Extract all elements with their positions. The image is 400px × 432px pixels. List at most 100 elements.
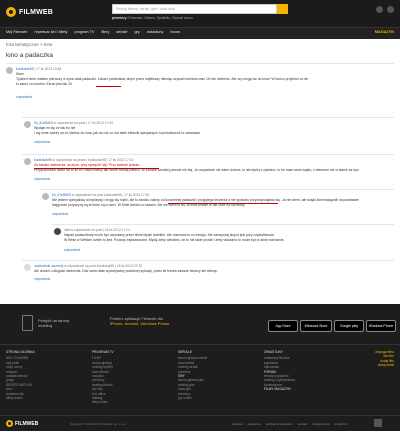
- divider: [52, 224, 394, 225]
- post-meta: uzytkownik usuniety w odpowiedzi na post…: [34, 264, 142, 268]
- nav-games[interactable]: gry: [134, 30, 139, 34]
- footer-link[interactable]: FILMY MAGAZYN: [264, 387, 295, 391]
- footer-link[interactable]: dodaj serial: [352, 363, 394, 367]
- footer-link[interactable]: bilety online: [6, 396, 35, 400]
- post-line: I wg mnie zależy na co idziesz do kina, …: [34, 131, 202, 135]
- footer-link[interactable]: kontakt: [298, 422, 308, 426]
- apps-text: Pobierz aplikacje Filmweb dla iPhone, And…: [110, 316, 169, 326]
- footer-column: PROGRAM TV FILMY strona główna ranking t…: [92, 350, 114, 405]
- windows-phone-badge[interactable]: Windows Phone: [366, 320, 396, 332]
- nav-my-filmweb[interactable]: Mój Filmweb: [6, 30, 27, 34]
- reply-link[interactable]: odpowiedz: [34, 277, 50, 281]
- avatar[interactable]: [42, 193, 49, 200]
- footer-logo[interactable]: FILMWEB: [6, 420, 38, 427]
- nav-trailers[interactable]: zwiastuny: [147, 30, 164, 34]
- nav-forum[interactable]: forum: [170, 30, 180, 34]
- logo-text: FILMWEB: [19, 8, 54, 16]
- main-nav: Mój Filmweb repertuar kin i bilety progr…: [0, 27, 400, 39]
- reply-link[interactable]: odpowiedz: [52, 212, 68, 216]
- nav-films[interactable]: filmy: [101, 30, 109, 34]
- post-author[interactable]: 5n_IDzf5805: [52, 193, 71, 197]
- reply-link[interactable]: odpowiedz: [34, 177, 50, 181]
- divider: [6, 63, 394, 64]
- avatar[interactable]: [24, 264, 31, 271]
- reply-link[interactable]: odpowiedz: [16, 95, 32, 99]
- post-date: w odpowiedzi na post kolakolak98 | 18 li…: [64, 264, 142, 268]
- google-play-badge[interactable]: Google play: [334, 320, 364, 332]
- page-title: kino a padaczka: [6, 52, 53, 59]
- column-heading[interactable]: SERIALE: [178, 350, 207, 354]
- footer-link[interactable]: dodaj artykuł: [312, 422, 329, 426]
- post-body: Ale chodzi o długość siedzenia. Dać samo…: [34, 269, 392, 274]
- footer-bottom-links: reklama regulamin polityka prywatności k…: [232, 422, 347, 426]
- footer-logo-text: FILMWEB: [15, 420, 39, 427]
- windows-store-badge[interactable]: Windows Store: [300, 320, 332, 332]
- avatar[interactable]: [24, 158, 31, 165]
- divider: [40, 189, 394, 190]
- highlight-underline: [96, 86, 121, 87]
- post-meta: 5n_IDzf5805 w odpowiedzi na post | 17 li…: [34, 121, 113, 125]
- footer-link[interactable]: reklama: [232, 422, 243, 426]
- promo-label: premiery:: [112, 16, 128, 20]
- post-meta: 5n_IDzf5805 w odpowiedzi na post kolakol…: [52, 193, 149, 197]
- highlight-underline: [168, 203, 278, 204]
- breadcrumb[interactable]: fora tematyczne > inne: [6, 42, 53, 47]
- footer-column: SERIALE strona główna seriali baza seria…: [178, 350, 207, 400]
- footer-brand-column: obsługa filmu dla firm dodaj film dodaj …: [352, 350, 394, 368]
- post-author[interactable]: kolakolak98: [34, 158, 51, 162]
- column-heading[interactable]: STRONA GŁÓWNA: [6, 350, 35, 354]
- post-author[interactable]: kolakolak98: [16, 67, 33, 71]
- post-date: | 17 lis 2013 13:48: [34, 67, 62, 71]
- post-date: w odpowiedzi na post kolakolak98 | 17 li…: [71, 193, 150, 197]
- footer-link[interactable]: filmy online: [92, 400, 114, 404]
- apps-platforms[interactable]: iPhone, Android, Windows Phone: [110, 321, 169, 326]
- footer: Przejdź na stronę mobilną Pobierz aplikac…: [0, 304, 400, 431]
- divider: [22, 154, 394, 155]
- promo-text[interactable]: Freerram, Głośno, Spiderito, Wysoki sezo…: [128, 16, 193, 20]
- footer-link[interactable]: dodaj film: [334, 422, 347, 426]
- footer-bottom: FILMWEB Copyright © 1998-2015 Filmweb sp…: [0, 415, 400, 432]
- filmweb-logo[interactable]: FILMWEB: [6, 7, 53, 17]
- column-heading[interactable]: ZWIASTUNY: [264, 350, 295, 354]
- footer-link[interactable]: regulamin: [248, 422, 261, 426]
- footer-link[interactable]: polityka prywatności: [266, 422, 293, 426]
- filmweb-logo-icon: [6, 420, 13, 427]
- footer-apps: Przejdź na stronę mobilną Pobierz aplikac…: [0, 304, 400, 345]
- nav-cinema[interactable]: repertuar kin i bilety: [34, 30, 67, 34]
- post-author[interactable]: 4wll: [64, 228, 70, 232]
- notifications-icon[interactable]: [387, 6, 394, 13]
- avatar[interactable]: [6, 67, 13, 74]
- post-author[interactable]: 5n_IDzf5805: [34, 121, 53, 125]
- nav-magazine[interactable]: MAGAZYN: [375, 30, 394, 34]
- account-icon[interactable]: [376, 6, 383, 13]
- post-date: w odpowiedzi na post | 17 lis 2013 17:00: [53, 121, 113, 125]
- highlight-underline: [34, 168, 159, 169]
- post-line: W filmie w Wielkim dziele to jest. Powod…: [64, 238, 285, 242]
- post-author[interactable]: uzytkownik usuniety: [34, 264, 63, 268]
- post-body: Wydaje mi się że tak bo nie I wg mnie za…: [34, 126, 392, 136]
- post-body: Napad padaczkowy może być wywołany przez…: [64, 233, 392, 243]
- reply-link[interactable]: odpowiedz: [64, 248, 80, 252]
- mobile-phone-icon: [22, 315, 33, 331]
- search-button[interactable]: [277, 4, 288, 14]
- post-date: w odpowiedzi na post | 18 lis 2013 17:24: [70, 228, 130, 232]
- column-heading[interactable]: PROGRAM TV: [92, 350, 114, 354]
- post-meta: 4wll w odpowiedzi na post | 18 lis 2013 …: [64, 228, 130, 232]
- facebook-icon[interactable]: [374, 419, 382, 427]
- mobile-site-link[interactable]: Przejdź na stronę mobilną: [38, 318, 69, 328]
- app-store-badge[interactable]: App Store: [268, 320, 298, 332]
- nav-series[interactable]: seriale: [116, 30, 127, 34]
- copyright: Copyright © 1998-2015 Filmweb sp. z o.o.: [70, 422, 127, 426]
- reply-link[interactable]: odpowiedz: [34, 140, 50, 144]
- footer-link[interactable]: gry online: [178, 396, 207, 400]
- avatar[interactable]: [24, 121, 31, 128]
- nav-tv[interactable]: program TV: [74, 30, 94, 34]
- post-line: to samo co monitor. Ekran jest tak 20.: [16, 82, 73, 86]
- post-line: Ale chodzi o długość siedzenia. Dać samo…: [34, 269, 218, 273]
- footer-link[interactable]: ranking top500: [92, 365, 114, 369]
- top-right-icons: [376, 6, 394, 13]
- search-input[interactable]: Szukaj filmów, seriali, gier i ludzi kin…: [112, 4, 277, 14]
- post-body: Mam Tydzień temu miałem pierwszy w życiu…: [16, 72, 392, 87]
- avatar[interactable]: [54, 228, 61, 235]
- footer-column: ZWIASTUNY zwiastuny filmowe popularne na…: [264, 350, 295, 392]
